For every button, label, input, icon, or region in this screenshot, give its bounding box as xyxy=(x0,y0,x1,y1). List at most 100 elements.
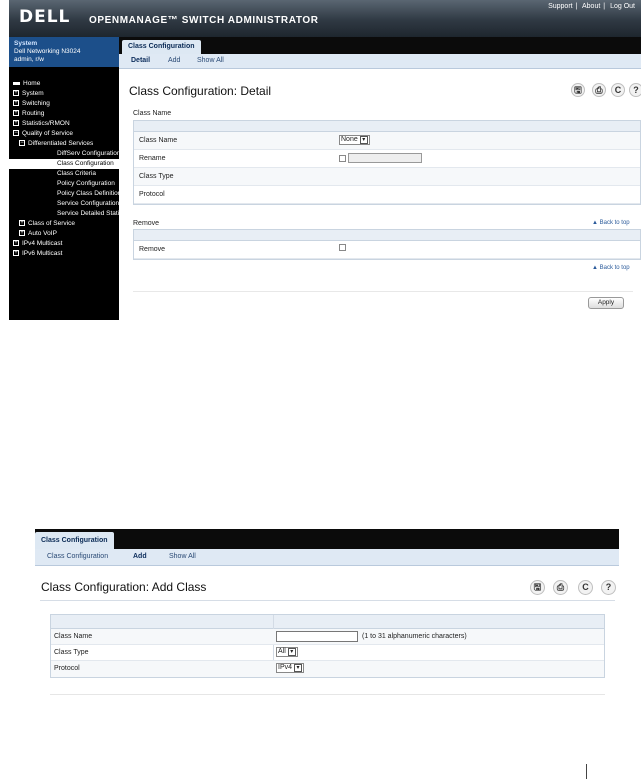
main-panel: Class Configuration Detail Add Show All … xyxy=(119,37,641,320)
section-remove: Remove xyxy=(133,220,160,227)
sidebar-item[interactable]: − Quality of Service xyxy=(9,129,119,139)
rename-checkbox[interactable] xyxy=(339,154,346,162)
collapse-icon[interactable]: − xyxy=(19,140,25,147)
sidebar-item[interactable]: Class Configuration xyxy=(9,159,119,169)
expand-icon[interactable]: + xyxy=(13,250,19,257)
page-title: Class Configuration: Add Class xyxy=(41,580,207,594)
sidebar-item[interactable]: + Class of Service xyxy=(9,219,119,229)
sidebar-item-label: Policy Class Definition xyxy=(57,190,119,197)
sidebar-item[interactable]: + Statistics/RMON xyxy=(9,119,119,129)
subnav-show-all[interactable]: Show All xyxy=(197,57,224,64)
print-icon[interactable]: ⎙ xyxy=(553,580,568,595)
sidebar-item[interactable]: + Routing xyxy=(9,109,119,119)
help-icon[interactable]: ? xyxy=(629,83,641,97)
home-icon[interactable] xyxy=(13,81,20,85)
logout-link[interactable]: Log Out xyxy=(610,3,635,10)
expand-icon[interactable]: + xyxy=(13,100,19,107)
sidebar-item[interactable]: + IPv4 Multicast xyxy=(9,239,119,249)
sidebar-item-label: Policy Configuration xyxy=(57,180,115,187)
tab-bar: Class Configuration xyxy=(119,37,641,54)
row-remove: Remove xyxy=(134,241,640,259)
sidebar-item[interactable]: DiffServ Configuration xyxy=(9,149,119,159)
tab-class-configuration[interactable]: Class Configuration xyxy=(35,532,114,549)
tab-class-configuration[interactable]: Class Configuration xyxy=(122,40,201,54)
add-rows: Class Name (1 to 31 alphanumeric charact… xyxy=(51,629,604,677)
apply-button[interactable]: Apply xyxy=(588,297,624,309)
sidebar-item[interactable]: + Switching xyxy=(9,99,119,109)
protocol-label: Protocol xyxy=(139,191,165,198)
sidebar-item-label: Quality of Service xyxy=(22,130,73,137)
support-link[interactable]: Support xyxy=(548,3,573,10)
dell-logo: DELL xyxy=(19,7,71,27)
help-icon[interactable]: ? xyxy=(601,580,616,595)
remove-grid: Remove xyxy=(133,229,641,260)
sidebar-item[interactable]: Home xyxy=(9,79,119,89)
remove-checkbox[interactable] xyxy=(339,244,346,251)
sidebar-item[interactable]: Service Configuration xyxy=(9,199,119,209)
sidebar-item[interactable]: + System xyxy=(9,89,119,99)
sidebar-item[interactable]: + Auto VoIP xyxy=(9,229,119,239)
collapse-icon[interactable]: − xyxy=(13,130,19,137)
about-link[interactable]: About xyxy=(582,3,600,10)
refresh-icon[interactable]: C xyxy=(611,83,625,97)
sidebar-item-label: Statistics/RMON xyxy=(22,120,70,127)
print-icon[interactable]: ⎙ xyxy=(592,83,606,97)
subnav-show-all[interactable]: Show All xyxy=(169,553,196,560)
expand-icon[interactable]: + xyxy=(19,230,25,237)
rename-input[interactable] xyxy=(347,153,422,163)
subnav-add[interactable]: Add xyxy=(168,57,180,64)
row-class-type: Class Type xyxy=(134,168,640,186)
protocol-value: IPv4 xyxy=(278,664,293,671)
class-type-label: Class Type xyxy=(54,649,89,656)
sidebar-item[interactable]: Policy Configuration xyxy=(9,179,119,189)
back-to-top-link-1[interactable]: ▲ Back to top xyxy=(592,220,630,226)
expand-icon[interactable]: + xyxy=(13,240,19,247)
row-class-type: Class Type All ▾ xyxy=(51,645,604,661)
sidebar-item[interactable]: − Differentiated Services xyxy=(9,139,119,149)
product-title: OPENMANAGE™ SWITCH ADMINISTRATOR xyxy=(89,15,319,26)
class-name-label: Class Name xyxy=(139,137,178,144)
row-class-name: Class Name None ▾ xyxy=(134,132,640,150)
sidebar-item-label: Switching xyxy=(22,100,50,107)
row-rename: Rename xyxy=(134,150,640,168)
subnav-add[interactable]: Add xyxy=(133,553,147,560)
refresh-icon[interactable]: C xyxy=(578,580,593,595)
class-name-input[interactable] xyxy=(276,631,358,642)
sidebar-item[interactable]: Class Criteria xyxy=(9,169,119,179)
sidebar: System Dell Networking N3024 admin, r/w … xyxy=(9,37,119,320)
class-name-select[interactable]: None ▾ xyxy=(339,135,370,145)
protocol-label: Protocol xyxy=(54,665,80,672)
class-rows: Class Name None ▾ Rename Class Type Proto… xyxy=(134,132,640,204)
subnav-detail[interactable]: Detail xyxy=(131,57,150,64)
sidebar-item-label: DiffServ Configuration xyxy=(57,150,119,157)
protocol-select[interactable]: IPv4 ▾ xyxy=(276,663,305,673)
save-icon[interactable]: 🖫 xyxy=(530,580,545,595)
sidebar-item-label: Class Configuration xyxy=(57,160,114,167)
back-to-top-text: Back to top xyxy=(599,220,630,226)
class-type-select[interactable]: All ▾ xyxy=(276,647,298,657)
divider xyxy=(50,694,605,695)
sidebar-item[interactable]: Policy Class Definition xyxy=(9,189,119,199)
tab-bar: Class Configuration xyxy=(35,529,619,549)
sub-navigation: Class Configuration Add Show All xyxy=(35,549,619,566)
remove-grid-header xyxy=(134,230,640,241)
expand-icon[interactable]: + xyxy=(13,120,19,127)
sidebar-item-label: IPv4 Multicast xyxy=(22,240,63,247)
back-to-top-link-2[interactable]: ▲ Back to top xyxy=(592,265,630,271)
expand-icon[interactable]: + xyxy=(13,90,19,97)
top-links: Support | About | Log Out xyxy=(548,3,635,10)
sidebar-item[interactable]: + IPv6 Multicast xyxy=(9,249,119,259)
class-type-label: Class Type xyxy=(139,173,174,180)
sidebar-item-label: Service Configuration xyxy=(57,200,119,207)
system-title[interactable]: System xyxy=(14,40,114,48)
sidebar-item-label: Class of Service xyxy=(28,220,75,227)
remove-label: Remove xyxy=(139,246,166,253)
expand-icon[interactable]: + xyxy=(19,220,25,227)
page-title: Class Configuration: Detail xyxy=(129,84,272,98)
save-icon[interactable]: 🖫 xyxy=(571,83,585,97)
sidebar-item-label: Service Detailed Statistics xyxy=(57,210,119,217)
expand-icon[interactable]: + xyxy=(13,110,19,117)
subnav-class-configuration[interactable]: Class Configuration xyxy=(47,553,108,560)
sidebar-item[interactable]: Service Detailed Statistics xyxy=(9,209,119,219)
chevron-down-icon: ▾ xyxy=(294,664,303,672)
